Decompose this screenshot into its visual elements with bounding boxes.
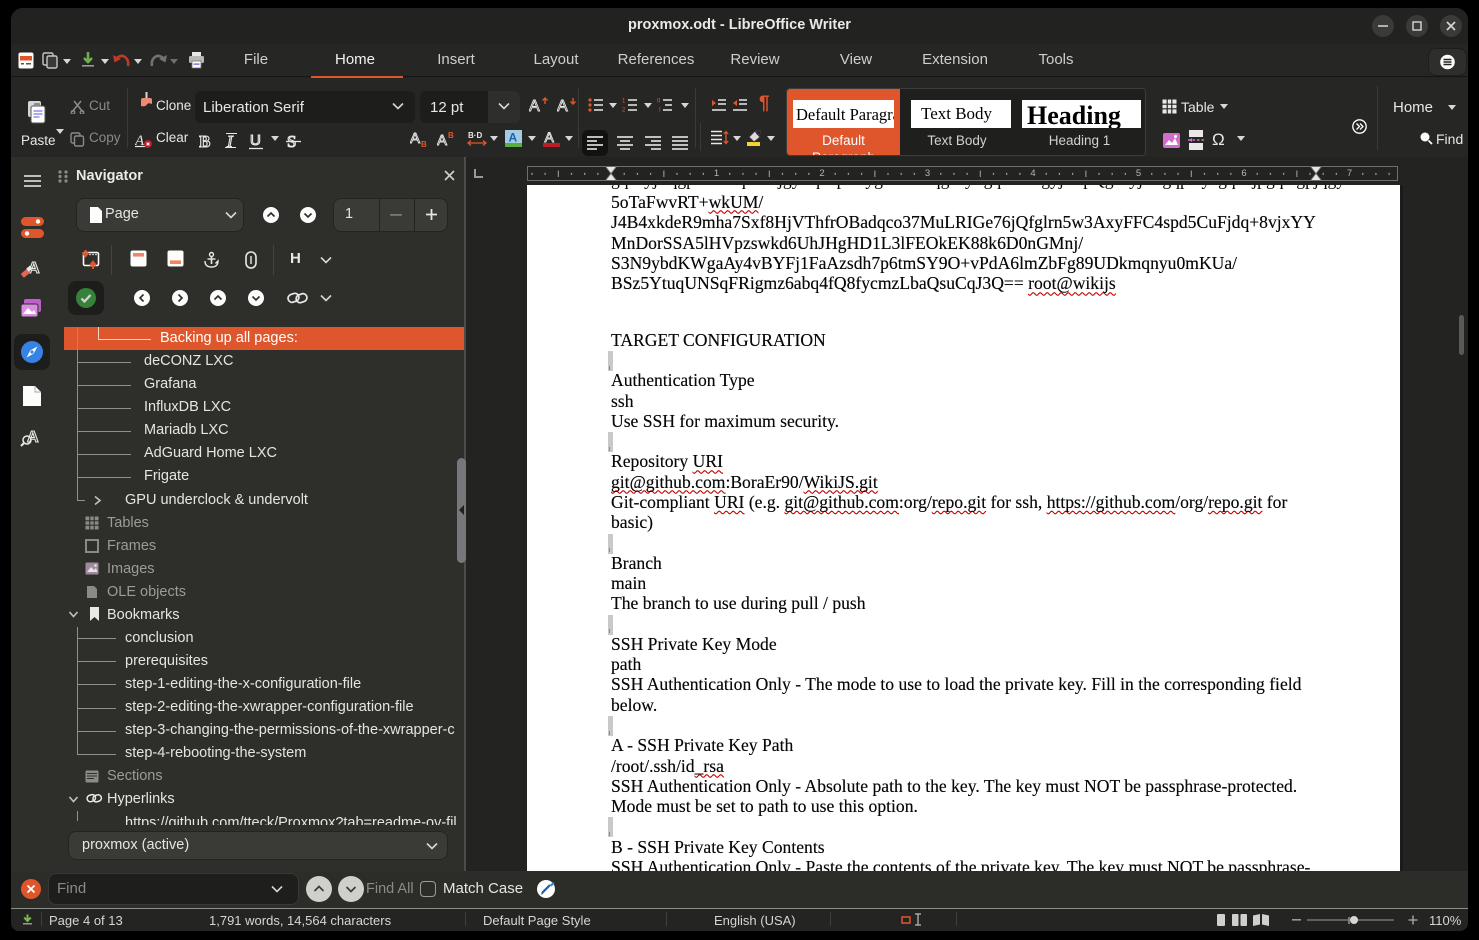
svg-text:II: II bbox=[657, 99, 661, 105]
svg-text:B: B bbox=[421, 140, 427, 147]
svg-text:A: A bbox=[529, 98, 540, 115]
svg-text:1: 1 bbox=[622, 99, 626, 105]
svg-text:A: A bbox=[557, 98, 568, 115]
svg-text:U: U bbox=[250, 132, 261, 149]
svg-text:B·D: B·D bbox=[468, 131, 482, 140]
svg-text:A: A bbox=[410, 130, 420, 147]
svg-text:A: A bbox=[509, 131, 518, 145]
svg-text:2: 2 bbox=[622, 108, 626, 113]
svg-text:B: B bbox=[448, 131, 454, 140]
svg-text:I: I bbox=[659, 108, 661, 113]
svg-text:A: A bbox=[135, 133, 145, 148]
svg-text:A: A bbox=[545, 130, 555, 145]
svg-text:B: B bbox=[199, 132, 210, 150]
svg-text:A: A bbox=[437, 132, 447, 147]
